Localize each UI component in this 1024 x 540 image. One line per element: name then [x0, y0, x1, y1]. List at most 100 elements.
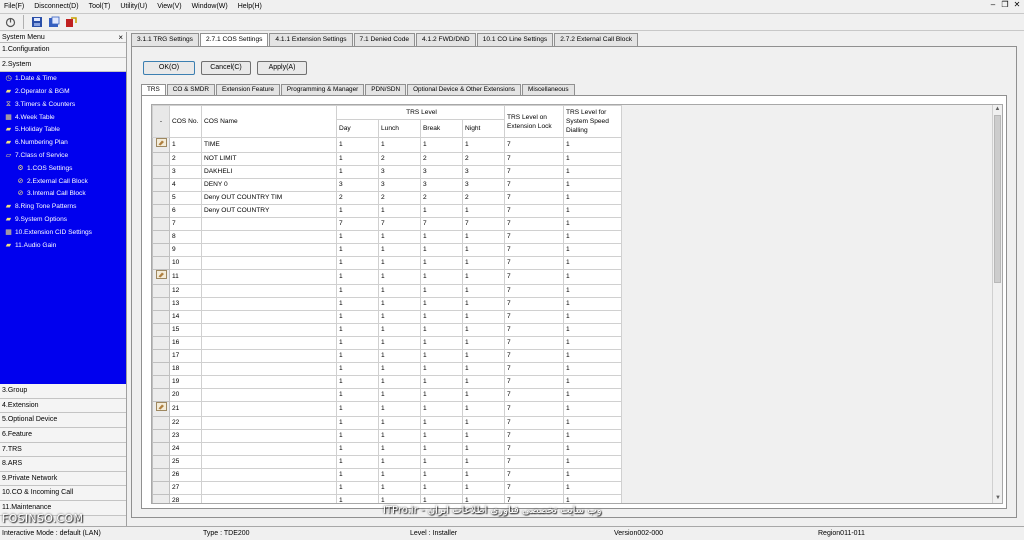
- table-row[interactable]: 17 1 1 1 1 7 1: [152, 349, 622, 363]
- cell-cos-no[interactable]: 22: [169, 416, 202, 430]
- cell-speed-dial[interactable]: 1: [563, 204, 622, 218]
- cell-break[interactable]: 1: [420, 137, 463, 153]
- system-menu-category[interactable]: 6.Feature: [0, 427, 126, 443]
- menu-item-file[interactable]: File(F): [0, 0, 30, 13]
- cell-ext-lock[interactable]: 7: [504, 310, 564, 324]
- row-header[interactable]: [152, 494, 170, 503]
- system-menu-category[interactable]: 1.Configuration: [0, 43, 126, 58]
- cell-cos-name[interactable]: [201, 416, 337, 430]
- menu-item-help[interactable]: Help(H): [234, 0, 268, 13]
- cell-night[interactable]: 1: [462, 468, 505, 482]
- tree-item[interactable]: ▰ 8.Ring Tone Patterns: [0, 201, 126, 214]
- table-row[interactable]: 2 NOT LIMIT 1 2 2 2 7 1: [152, 152, 622, 166]
- cell-cos-name[interactable]: Deny OUT COUNTRY: [201, 204, 337, 218]
- cell-cos-name[interactable]: [201, 442, 337, 456]
- cell-cos-no[interactable]: 16: [169, 336, 202, 350]
- table-row[interactable]: 23 1 1 1 1 7 1: [152, 429, 622, 443]
- system-menu-category[interactable]: 9.Private Network: [0, 471, 126, 487]
- cell-speed-dial[interactable]: 1: [563, 178, 622, 192]
- cell-day[interactable]: 1: [336, 349, 379, 363]
- cell-cos-no[interactable]: 3: [169, 165, 202, 179]
- system-menu-category[interactable]: 3.Group: [0, 384, 126, 399]
- cell-cos-name[interactable]: [201, 323, 337, 337]
- menu-item-disconnect[interactable]: Disconnect(D): [30, 0, 84, 13]
- cell-night[interactable]: 1: [462, 375, 505, 389]
- cell-night[interactable]: 7: [462, 217, 505, 231]
- cell-night[interactable]: 1: [462, 243, 505, 257]
- cell-speed-dial[interactable]: 1: [563, 362, 622, 376]
- row-header[interactable]: [152, 284, 170, 298]
- cell-lunch[interactable]: 3: [378, 165, 421, 179]
- cell-break[interactable]: 1: [420, 429, 463, 443]
- cell-lunch[interactable]: 1: [378, 468, 421, 482]
- cell-lunch[interactable]: 1: [378, 455, 421, 469]
- cell-break[interactable]: 1: [420, 416, 463, 430]
- cell-day[interactable]: 1: [336, 152, 379, 166]
- cell-cos-no[interactable]: 23: [169, 429, 202, 443]
- cell-day[interactable]: 1: [336, 401, 379, 417]
- row-header[interactable]: [152, 165, 170, 179]
- cell-break[interactable]: 7: [420, 217, 463, 231]
- tree-item[interactable]: ⚙ 1.COS Settings: [0, 163, 126, 176]
- cell-cos-no[interactable]: 10: [169, 256, 202, 270]
- cell-speed-dial[interactable]: 1: [563, 323, 622, 337]
- document-tab[interactable]: 4.1.1 Extension Settings: [269, 33, 353, 46]
- cell-break[interactable]: 1: [420, 230, 463, 244]
- transfer-icon[interactable]: [64, 15, 78, 29]
- cell-lunch[interactable]: 1: [378, 204, 421, 218]
- row-header[interactable]: [152, 362, 170, 376]
- cell-cos-no[interactable]: 21: [169, 401, 202, 417]
- cell-cos-name[interactable]: [201, 269, 337, 285]
- cell-speed-dial[interactable]: 1: [563, 137, 622, 153]
- cell-speed-dial[interactable]: 1: [563, 269, 622, 285]
- cell-ext-lock[interactable]: 7: [504, 297, 564, 311]
- close-icon[interactable]: ✕: [1012, 0, 1022, 10]
- menu-item-tool[interactable]: Tool(T): [85, 0, 117, 13]
- row-header[interactable]: [152, 442, 170, 456]
- cell-ext-lock[interactable]: 7: [504, 416, 564, 430]
- row-header[interactable]: [152, 217, 170, 231]
- cell-cos-name[interactable]: NOT LIMIT: [201, 152, 337, 166]
- tree-item[interactable]: ▦ 4.Week Table: [0, 112, 126, 125]
- cell-cos-no[interactable]: 13: [169, 297, 202, 311]
- cell-cos-no[interactable]: 24: [169, 442, 202, 456]
- cell-ext-lock[interactable]: 7: [504, 442, 564, 456]
- table-row[interactable]: 12 1 1 1 1 7 1: [152, 284, 622, 298]
- cell-day[interactable]: 1: [336, 494, 379, 503]
- tree-item[interactable]: ▰ 11.Audio Gain: [0, 240, 126, 253]
- row-header[interactable]: [152, 310, 170, 324]
- document-tab[interactable]: 2.7.1 COS Settings: [199, 33, 269, 47]
- cell-cos-name[interactable]: [201, 336, 337, 350]
- tree-item[interactable]: ⊘ 3.Internal Call Block: [0, 188, 126, 201]
- sub-tab[interactable]: CO & SMDR: [166, 84, 216, 95]
- cell-lunch[interactable]: 1: [378, 349, 421, 363]
- cell-lunch[interactable]: 1: [378, 336, 421, 350]
- minimize-icon[interactable]: –: [988, 0, 998, 10]
- row-header[interactable]: [152, 269, 170, 285]
- cell-cos-name[interactable]: [201, 455, 337, 469]
- cell-break[interactable]: 1: [420, 284, 463, 298]
- tree-item[interactable]: ▱ 7.Class of Service: [0, 150, 126, 163]
- cell-cos-name[interactable]: [201, 284, 337, 298]
- cell-lunch[interactable]: 1: [378, 137, 421, 153]
- cell-lunch[interactable]: 1: [378, 323, 421, 337]
- cell-ext-lock[interactable]: 7: [504, 362, 564, 376]
- sub-tab[interactable]: Optional Device & Other Extensions: [407, 84, 522, 95]
- cell-speed-dial[interactable]: 1: [563, 217, 622, 231]
- cell-cos-name[interactable]: [201, 401, 337, 417]
- cell-break[interactable]: 1: [420, 269, 463, 285]
- vertical-scrollbar[interactable]: ▲ ▼: [992, 105, 1002, 503]
- row-header[interactable]: [152, 323, 170, 337]
- cell-speed-dial[interactable]: 1: [563, 310, 622, 324]
- cell-cos-name[interactable]: [201, 310, 337, 324]
- row-header[interactable]: [152, 468, 170, 482]
- cell-day[interactable]: 1: [336, 243, 379, 257]
- cell-lunch[interactable]: 1: [378, 388, 421, 402]
- cell-ext-lock[interactable]: 7: [504, 230, 564, 244]
- system-menu-category[interactable]: 10.CO & Incoming Call: [0, 486, 126, 501]
- cell-break[interactable]: 1: [420, 481, 463, 495]
- table-row[interactable]: 24 1 1 1 1 7 1: [152, 442, 622, 456]
- table-row[interactable]: 15 1 1 1 1 7 1: [152, 323, 622, 337]
- cell-ext-lock[interactable]: 7: [504, 191, 564, 205]
- cell-break[interactable]: 1: [420, 401, 463, 417]
